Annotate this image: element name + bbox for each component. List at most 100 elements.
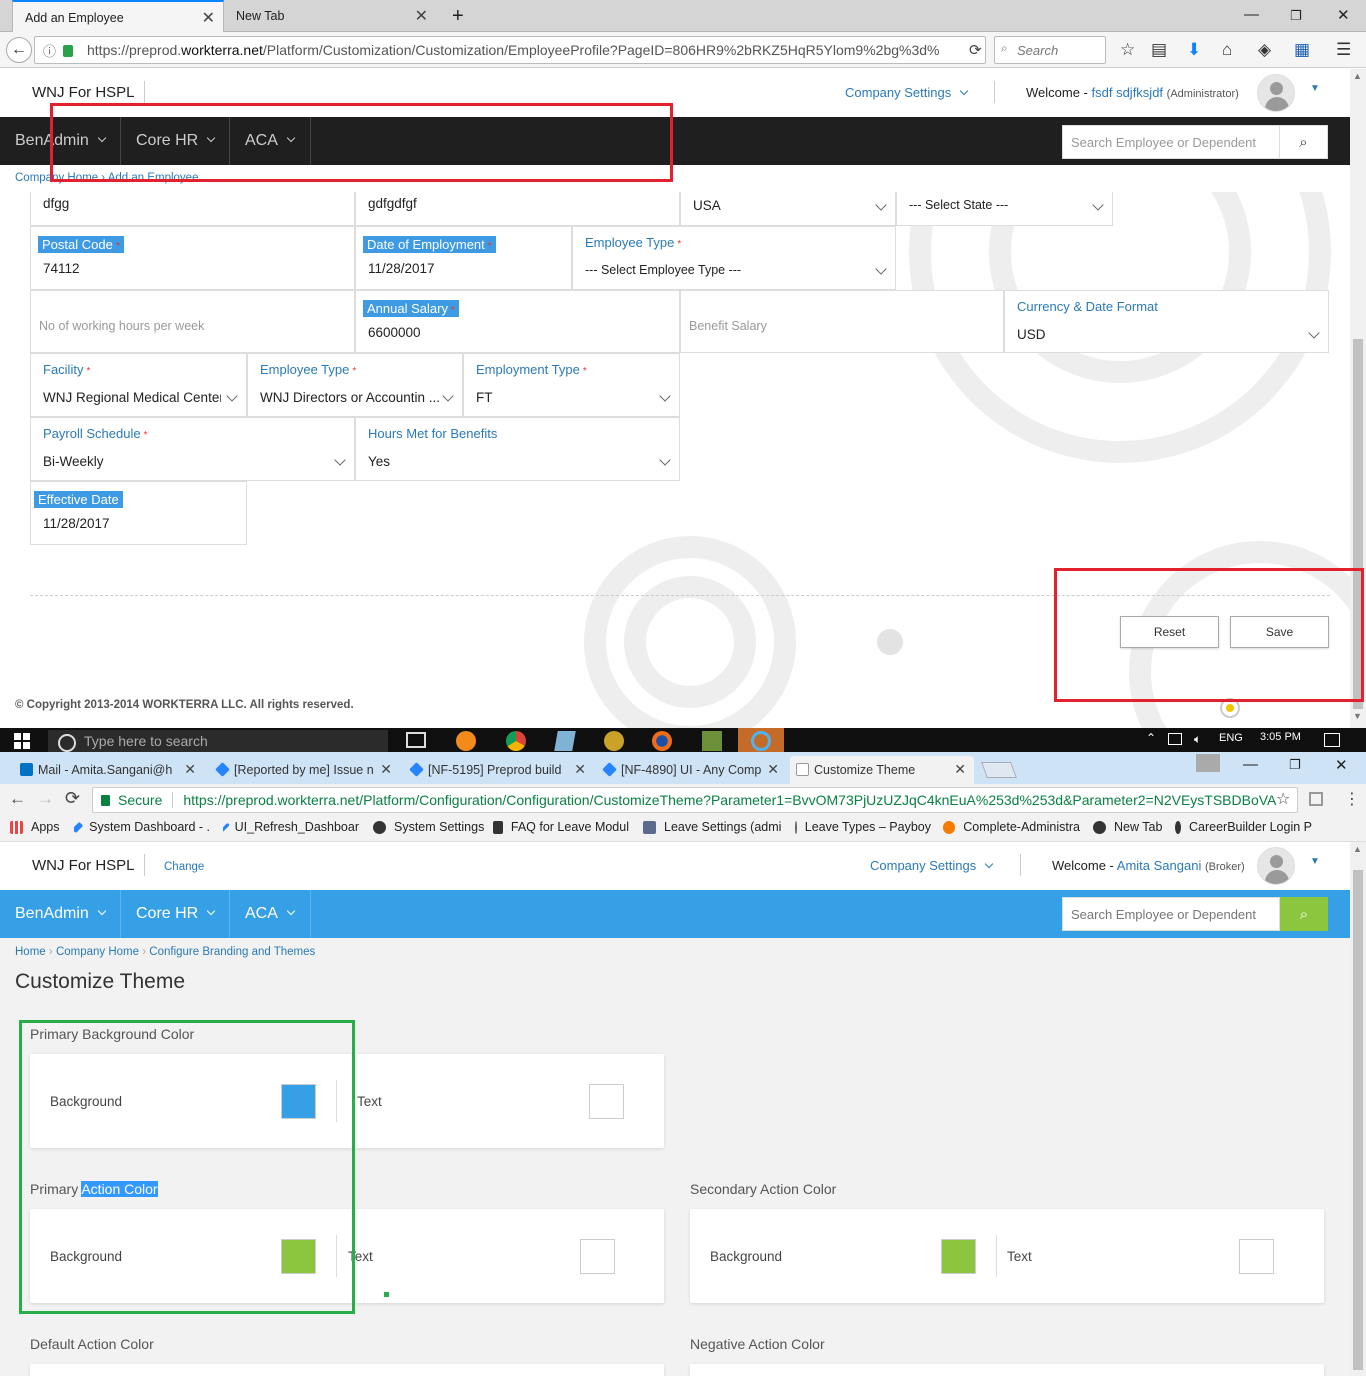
scroll-down-icon[interactable]: ▼ [1353,711,1362,721]
employee-type-select[interactable]: Employee Type * --- Select Employee Type … [572,226,896,290]
tray-chevron-icon[interactable]: ⌃ [1146,731,1156,745]
close-icon[interactable]: ✕ [202,8,215,28]
pocket-icon[interactable]: ◈ [1258,40,1271,60]
profile-icon[interactable] [1196,754,1220,772]
tab-mail[interactable]: Mail - Amita.Sangani@h ✕ [14,756,204,784]
chrome-icon[interactable] [506,731,526,751]
menu-benadmin[interactable]: BenAdmin [0,890,120,938]
url-bar[interactable]: Secure https://preprod.workterra.net/Pla… [92,787,1298,813]
hamburger-menu-icon[interactable]: ☰ [1336,40,1351,60]
breadcrumb-home[interactable]: Home [15,946,46,958]
user-name-link[interactable]: fsdf sdjfksjdf [1092,85,1164,100]
taskbar-search[interactable]: Type here to search [48,730,388,752]
breadcrumb-company-home[interactable]: Company Home [56,946,139,958]
close-icon[interactable]: ✕ [954,761,966,778]
more-menu-icon[interactable]: ⋮ [1344,789,1360,809]
ie-taskbar-item[interactable] [738,728,784,752]
app-icon[interactable] [554,731,576,751]
new-tab-button[interactable] [981,762,1017,778]
company-settings-menu[interactable]: Company Settings [870,858,994,873]
home-icon[interactable]: ⌂ [1222,40,1232,60]
facility-select[interactable]: Facility * WNJ Regional Medical Center [30,353,247,417]
extension-icon[interactable]: ▦ [1294,40,1310,60]
bookmark-complete-admin[interactable]: Complete-Administra [943,820,1080,834]
forward-arrow-icon[interactable]: → [37,789,54,809]
reload-icon[interactable]: ⟳ [65,788,80,809]
bookmark-system-settings[interactable]: System Settings [373,820,485,834]
paint-icon[interactable] [604,731,624,751]
app-icon[interactable] [702,731,722,751]
secondary-action-background-swatch[interactable] [941,1239,976,1274]
tab-nf-4890[interactable]: [NF-4890] UI - Any Comp ✕ [597,756,787,784]
restore-icon[interactable]: ❐ [1290,8,1302,24]
employment-type-select[interactable]: Employment Type * FT [463,353,680,417]
minimize-icon[interactable]: — [1243,756,1258,773]
url-bar[interactable]: ⓘ https://preprod. workterra.net/Platform… [34,36,986,64]
bookmark-star-icon[interactable]: ☆ [1120,40,1135,60]
bookmark-new-tab[interactable]: New Tab [1093,820,1168,834]
bookmark-faq-leave[interactable]: FAQ for Leave Modul [493,820,629,834]
close-icon[interactable]: ✕ [184,761,196,778]
date-of-employment-field[interactable]: Date of Employment * 11/28/2017 [355,226,572,290]
firefox-icon[interactable] [652,731,672,751]
close-icon[interactable]: ✕ [767,761,779,778]
close-icon[interactable]: ✕ [380,761,392,778]
secondary-action-text-swatch[interactable] [1239,1239,1274,1274]
avatar[interactable] [1257,847,1295,885]
breadcrumb-configure-branding[interactable]: Configure Branding and Themes [149,946,315,958]
avatar[interactable] [1257,74,1295,112]
download-icon[interactable]: ⬇ [1187,40,1201,60]
primary-text-swatch[interactable] [589,1084,624,1119]
bookmark-ui-refresh[interactable]: UI_Refresh_Dashboar [223,820,359,834]
menu-core-hr[interactable]: Core HR [121,890,229,938]
tab-reported-issue[interactable]: [Reported by me] Issue n ✕ [210,756,400,784]
tab-nf-5195[interactable]: [NF-5195] Preprod build ✕ [404,756,594,784]
window-close-icon[interactable]: ✕ [1337,6,1350,24]
back-arrow-icon[interactable]: ← [9,789,26,809]
bookmark-leave-settings[interactable]: Leave Settings (admi [643,820,783,834]
annual-salary-field[interactable]: Annual Salary * 6600000 [355,290,680,353]
window-close-icon[interactable]: ✕ [1335,756,1348,774]
chevron-down-icon[interactable]: ▼ [1310,856,1320,867]
bookmark-careerbuilder[interactable]: CareerBuilder Login P [1175,820,1312,834]
task-view-icon[interactable] [406,732,426,748]
employee-search-input[interactable]: Search Employee or Dependent [1062,125,1280,159]
postal-code-field[interactable]: Postal Code * 74112 [30,226,355,290]
restore-icon[interactable]: ❐ [1289,757,1301,773]
search-button[interactable]: ⌕ [1280,897,1328,931]
tab-customize-theme[interactable]: Customize Theme ✕ [790,756,974,784]
tab-new-tab[interactable]: New Tab ✕ [224,0,436,32]
company-settings-menu[interactable]: Company Settings [845,85,969,100]
primary-action-text-swatch[interactable] [580,1239,615,1274]
clock[interactable]: 3:05 PM [1260,731,1301,743]
scrollbar-thumb[interactable] [1353,870,1363,1370]
close-icon[interactable]: ✕ [574,761,586,778]
change-link[interactable]: Change [164,861,204,873]
currency-select[interactable]: Currency & Date Format USD [1004,290,1329,353]
benefit-salary-field[interactable]: Benefit Salary [680,290,1004,353]
volume-icon[interactable]: 🔈︎ [1194,732,1201,747]
notifications-icon[interactable] [1324,733,1340,747]
scroll-up-icon[interactable]: ▲ [1353,844,1362,854]
user-name-link[interactable]: Amita Sangani [1117,858,1202,873]
minimize-icon[interactable]: — [1244,6,1259,23]
state-select[interactable]: --- Select State --- [896,192,1113,226]
tab-add-employee[interactable]: Add an Employee ✕ [12,0,224,33]
windows-start-icon[interactable] [14,733,30,749]
close-icon[interactable]: ✕ [415,6,428,26]
employee-search-input[interactable]: Search Employee or Dependent [1062,897,1280,931]
bookmark-system-dashboard[interactable]: System Dashboard - . [74,820,210,834]
back-arrow-icon[interactable]: ← [6,37,32,63]
menu-aca[interactable]: ACA [230,890,309,938]
network-icon[interactable] [1168,733,1182,745]
chevron-down-icon[interactable]: ▼ [1310,83,1320,94]
new-tab-plus-icon[interactable]: + [440,0,470,32]
bookmark-star-icon[interactable]: ☆ [1276,789,1291,809]
language-indicator[interactable]: ENG [1219,732,1243,744]
firefox-search-box[interactable]: ⌕ Search [994,36,1106,64]
scroll-up-icon[interactable]: ▲ [1353,71,1362,81]
address-line-field[interactable]: dfgg [30,192,355,226]
extension-icon[interactable] [1309,792,1323,806]
payroll-schedule-select[interactable]: Payroll Schedule * Bi-Weekly [30,417,355,481]
app-icon[interactable] [456,731,476,751]
